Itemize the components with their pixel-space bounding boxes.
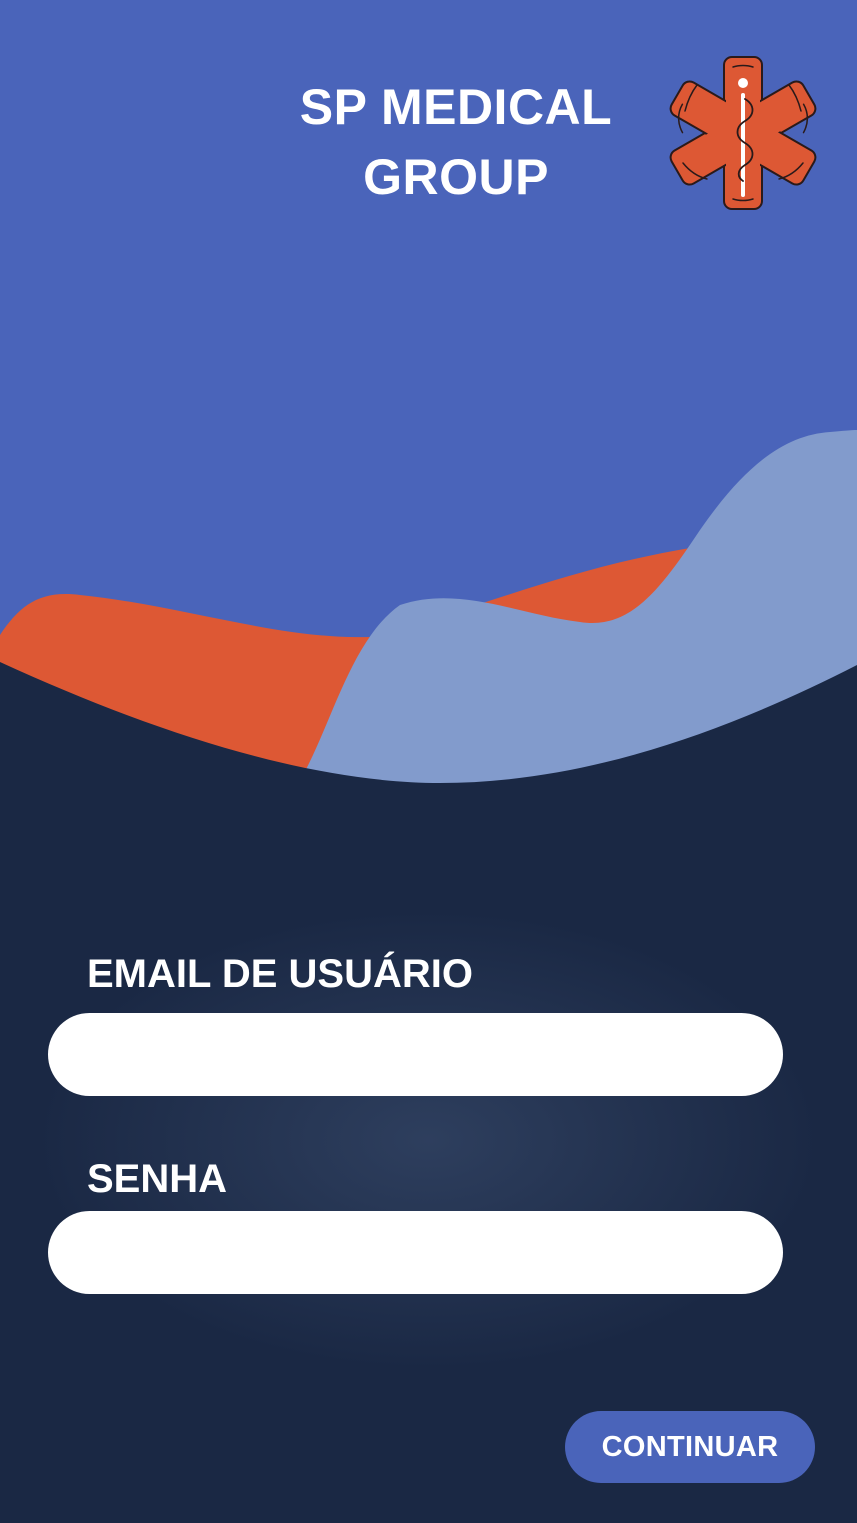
app-title-line-2: GROUP (363, 149, 549, 205)
app-title: SP MEDICAL GROUP (240, 72, 672, 212)
continue-button[interactable]: CONTINUAR (565, 1411, 815, 1483)
login-screen: SP MEDICAL GROUP EMAIL DE USUÁRIO SENHA … (0, 0, 857, 1523)
password-field[interactable] (48, 1211, 783, 1294)
password-label: SENHA (87, 1157, 228, 1201)
app-title-line-1: SP MEDICAL (299, 79, 613, 135)
email-label: EMAIL DE USUÁRIO (87, 952, 473, 996)
star-of-life-icon (669, 56, 817, 210)
email-field[interactable] (48, 1013, 783, 1096)
